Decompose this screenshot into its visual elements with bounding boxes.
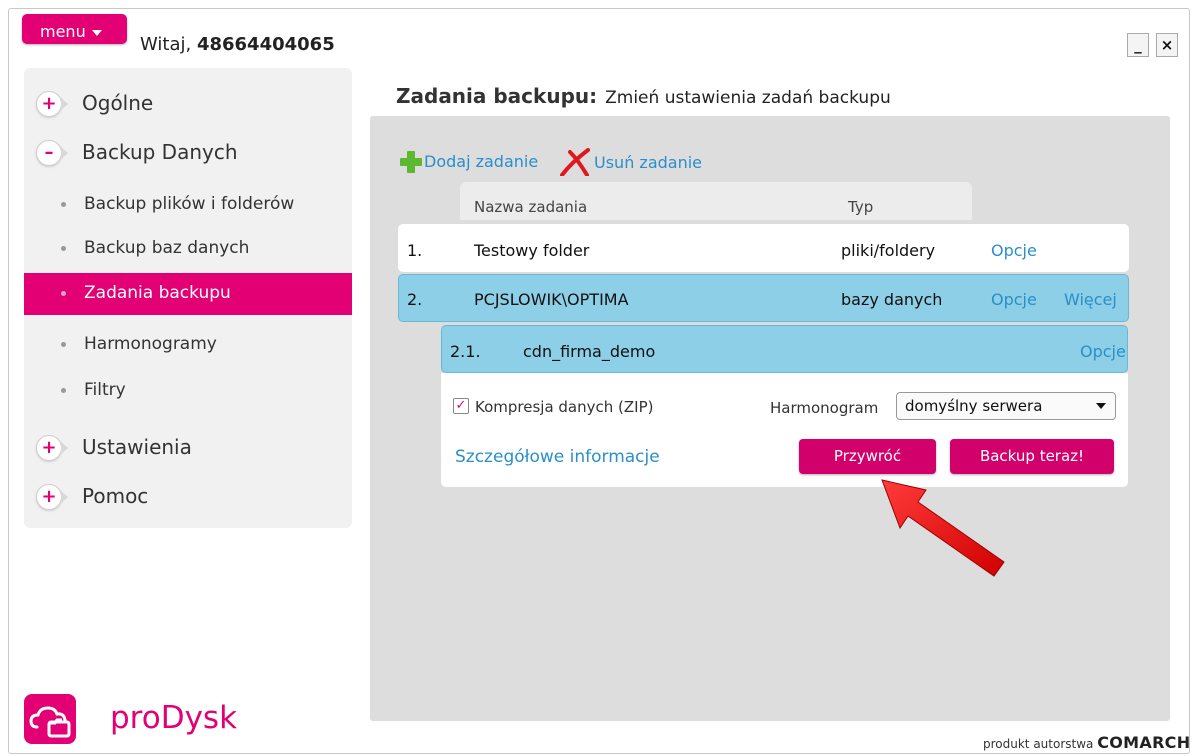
sidebar-group-label: Ustawienia <box>82 435 192 459</box>
caret-down-icon <box>91 29 102 36</box>
schedule-value: domyślny serwera <box>905 397 1043 415</box>
expand-icon: + <box>36 435 68 461</box>
close-button[interactable]: × <box>1156 33 1178 57</box>
task-type: pliki/foldery <box>841 241 936 260</box>
prodysk-logo-icon <box>24 694 76 744</box>
bullet-icon <box>61 342 66 347</box>
sidebar-item-label: Harmonogramy <box>84 334 217 354</box>
sidebar-item-label: Backup plików i folderów <box>84 194 295 214</box>
page-title: Zadania backupu: Zmień ustawienia zadań b… <box>396 84 891 108</box>
task-name: Testowy folder <box>474 241 590 260</box>
sidebar-group-label: Pomoc <box>82 484 149 508</box>
add-task-button[interactable]: Dodaj zadanie <box>398 148 538 174</box>
options-link[interactable]: Opcje <box>991 290 1037 309</box>
task-name: cdn_firma_demo <box>523 342 656 361</box>
task-type: bazy danych <box>841 290 943 309</box>
plus-icon <box>400 151 422 173</box>
remove-task-button[interactable]: Usuń zadanie <box>560 148 703 177</box>
delete-x-icon <box>560 148 590 177</box>
bullet-icon <box>61 202 66 207</box>
compression-checkbox[interactable]: ✓ <box>453 398 469 414</box>
footer-prefix: produkt autorstwa <box>983 737 1094 751</box>
cloud-folder-icon <box>29 706 71 738</box>
column-header-name: Nazwa zadania <box>474 198 588 216</box>
footer-credit: produkt autorstwa COMARCH <box>983 733 1190 752</box>
sidebar-item-backup-plikow[interactable]: Backup plików i folderów <box>24 184 352 226</box>
sidebar-item-zadania-backupu[interactable]: Zadania backupu <box>24 273 352 315</box>
compression-label: Kompresja danych (ZIP) <box>475 398 654 416</box>
remove-task-label: Usuń zadanie <box>594 153 703 172</box>
minimize-icon: _ <box>1134 36 1142 54</box>
row-number: 2.1. <box>450 342 481 361</box>
minimize-button[interactable]: _ <box>1127 33 1149 57</box>
sidebar: + Ogólne – Backup Danych Backup plików i… <box>24 68 352 528</box>
column-header-type: Typ <box>848 198 874 216</box>
greeting-text: Witaj, <box>140 34 192 55</box>
greeting: Witaj, 48664404065 <box>140 34 335 55</box>
dropdown-arrow-icon <box>1096 403 1106 409</box>
more-link[interactable]: Więcej <box>1064 290 1117 309</box>
task-name: PCJSLOWIK\OPTIMA <box>474 290 629 309</box>
row-number: 1. <box>407 241 423 260</box>
sidebar-item-label: Backup baz danych <box>84 238 250 258</box>
backup-now-button[interactable]: Backup teraz! <box>950 439 1114 474</box>
menu-label: menu <box>40 22 86 41</box>
schedule-label: Harmonogram <box>770 399 879 417</box>
footer-brand: COMARCH <box>1097 733 1191 752</box>
sidebar-group-label: Ogólne <box>82 91 154 115</box>
expand-icon: + <box>36 484 68 510</box>
page-title-text: Zadania backupu: <box>396 84 598 108</box>
sidebar-item-label: Filtry <box>84 380 126 400</box>
sidebar-group-label: Backup Danych <box>82 140 238 164</box>
red-arrow-icon <box>881 479 1005 577</box>
sidebar-item-label: Zadania backupu <box>84 283 231 303</box>
collapse-icon: – <box>36 140 68 166</box>
bullet-icon <box>61 291 66 296</box>
row-number: 2. <box>407 290 423 309</box>
schedule-select[interactable]: domyślny serwera <box>896 392 1116 420</box>
details-link[interactable]: Szczegółowe informacje <box>455 447 660 467</box>
bullet-icon <box>61 246 66 251</box>
user-id: 48664404065 <box>196 34 335 55</box>
close-icon: × <box>1160 36 1174 54</box>
app-name: proDysk <box>110 700 238 736</box>
bullet-icon <box>61 388 66 393</box>
menu-button[interactable]: menu <box>22 14 127 44</box>
options-link[interactable]: Opcje <box>991 241 1037 260</box>
sidebar-item-filtry[interactable]: Filtry <box>24 370 352 412</box>
page-description: Zmień ustawienia zadań backupu <box>605 88 891 108</box>
sidebar-item-backup-baz[interactable]: Backup baz danych <box>24 228 352 270</box>
restore-button[interactable]: Przywróć <box>799 439 936 474</box>
options-link[interactable]: Opcje <box>1080 342 1126 361</box>
expand-icon: + <box>36 91 68 117</box>
add-task-label: Dodaj zadanie <box>424 152 539 171</box>
sidebar-item-harmonogramy[interactable]: Harmonogramy <box>24 324 352 366</box>
